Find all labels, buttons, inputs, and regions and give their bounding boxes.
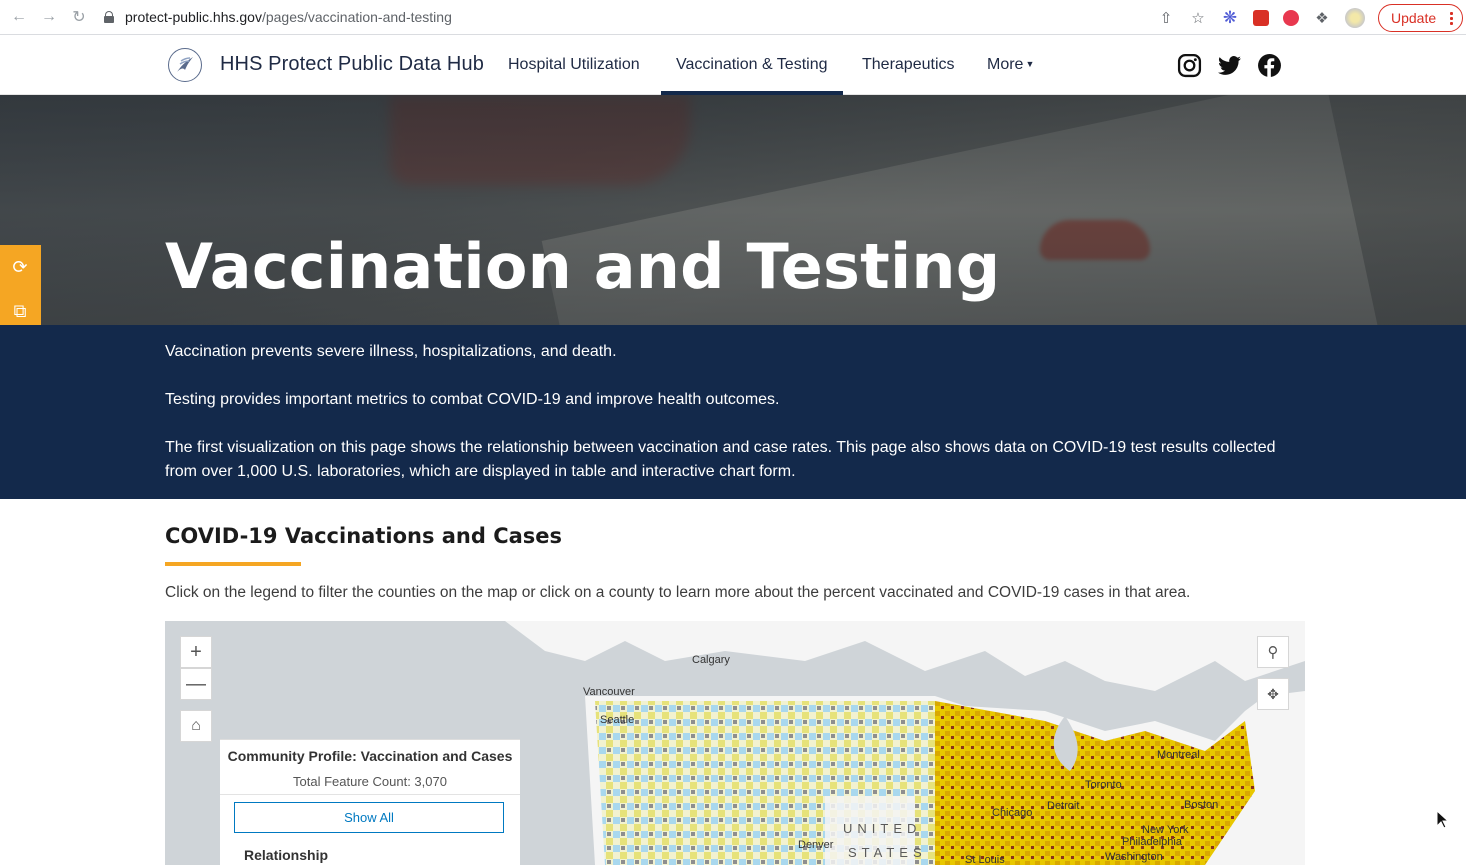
search-icon: ⚲ <box>1267 644 1279 661</box>
twitter-icon[interactable] <box>1217 53 1242 78</box>
extensions-puzzle-icon[interactable]: ❖ <box>1313 9 1331 27</box>
address-bar[interactable]: protect-public.hhs.gov/pages/vaccination… <box>104 9 452 25</box>
home-icon: ⌂ <box>191 717 201 734</box>
nav-therapeutics[interactable]: Therapeutics <box>862 56 955 74</box>
city-label: Boston <box>1184 799 1219 811</box>
share-icon[interactable]: ⇧ <box>1157 9 1175 27</box>
show-all-button[interactable]: Show All <box>234 802 504 833</box>
city-label: Detroit <box>1047 800 1080 812</box>
legend-feature-count: Total Feature Count: 3,070 <box>293 774 447 789</box>
caret-down-icon: ▼ <box>1025 59 1035 69</box>
city-label: Vancouver <box>583 686 635 698</box>
vaccination-cases-map[interactable]: + — ⌂ ⚲ ✥ Calgary Vancouver Seattle Mont… <box>165 621 1305 865</box>
legend-divider <box>220 794 520 795</box>
url-path: /pages/vaccination-and-testing <box>261 9 452 25</box>
city-label: Chicago <box>992 807 1033 819</box>
extension-red-icon[interactable] <box>1253 9 1269 26</box>
nav-hospital-utilization[interactable]: Hospital Utilization <box>508 56 640 74</box>
profile-avatar[interactable] <box>1345 7 1365 28</box>
bookmark-star-icon[interactable]: ☆ <box>1189 9 1207 27</box>
facebook-icon[interactable] <box>1257 53 1282 78</box>
intro-paragraph-2: Testing provides important metrics to co… <box>165 391 780 408</box>
intro-paragraph-1: Vaccination prevents severe illness, hos… <box>165 343 617 360</box>
nav-more-label: More <box>987 56 1024 73</box>
city-label: Calgary <box>692 654 730 666</box>
instagram-icon[interactable] <box>1177 53 1202 78</box>
side-toolbar: ⟳ ⧉ <box>0 245 41 332</box>
lock-icon <box>104 11 114 23</box>
hero-banner: Vaccination and Testing <box>0 95 1466 325</box>
update-button[interactable]: Update <box>1378 3 1463 32</box>
share-out-icon[interactable]: ⧉ <box>9 300 31 322</box>
city-label: St Louis <box>965 854 1005 865</box>
hhs-logo[interactable] <box>168 48 202 82</box>
country-label: STATES <box>848 845 927 860</box>
update-label: Update <box>1391 9 1437 26</box>
city-label: New York <box>1142 824 1189 836</box>
country-label: UNITED <box>843 821 922 836</box>
city-label: Seattle <box>600 714 635 726</box>
zoom-out-button[interactable]: — <box>180 668 212 700</box>
locate-icon: ✥ <box>1267 685 1279 702</box>
intro-band: Vaccination prevents severe illness, hos… <box>0 325 1466 499</box>
site-header: HHS Protect Public Data Hub Hospital Uti… <box>0 35 1466 95</box>
city-label: Philadelphia <box>1122 836 1182 848</box>
section-title: COVID-19 Vaccinations and Cases <box>165 524 563 548</box>
translate-icon[interactable]: ⟳ <box>9 256 31 278</box>
map-search-button[interactable]: ⚲ <box>1257 636 1289 668</box>
nav-more[interactable]: More ▼ <box>987 56 1034 74</box>
map-locate-button[interactable]: ✥ <box>1257 678 1289 710</box>
extension-round-red-icon[interactable] <box>1283 9 1299 26</box>
legend-relationship-heading: Relationship <box>244 847 329 863</box>
page-title: Vaccination and Testing <box>165 230 1001 303</box>
home-button[interactable]: ⌂ <box>180 710 212 742</box>
forward-icon[interactable]: → <box>34 2 64 32</box>
menu-dots-icon <box>1450 10 1453 25</box>
mouse-cursor-icon <box>1436 810 1450 829</box>
hhs-eagle-icon <box>177 57 193 72</box>
city-label: Denver <box>798 839 834 851</box>
legend-title: Community Profile: Vaccination and Cases <box>227 748 513 764</box>
city-label: Toronto <box>1085 779 1122 791</box>
map-legend-panel: Community Profile: Vaccination and Cases… <box>220 739 520 865</box>
zoom-in-button[interactable]: + <box>180 636 212 668</box>
browser-toolbar: ← → ↻ protect-public.hhs.gov/pages/vacci… <box>0 0 1466 35</box>
city-label: Washington <box>1105 851 1163 863</box>
url-host: protect-public.hhs.gov <box>125 9 262 25</box>
site-title[interactable]: HHS Protect Public Data Hub <box>220 53 484 76</box>
section-description: Click on the legend to filter the counti… <box>165 584 1191 601</box>
intro-paragraph-3: The first visualization on this page sho… <box>165 439 1276 480</box>
back-icon[interactable]: ← <box>4 2 34 32</box>
reload-icon[interactable]: ↻ <box>64 2 94 32</box>
nav-vaccination-testing[interactable]: Vaccination & Testing <box>661 56 842 95</box>
section-underline <box>165 562 301 566</box>
city-label: Montreal <box>1157 749 1200 761</box>
extension-asterisk-icon[interactable]: ❋ <box>1221 8 1239 27</box>
